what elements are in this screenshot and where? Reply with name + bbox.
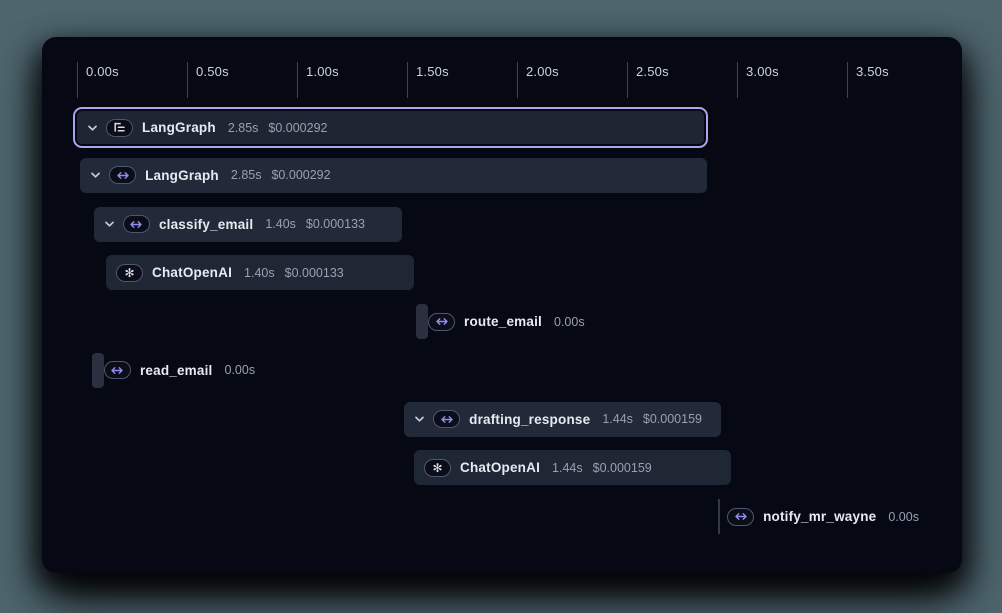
duration-bar xyxy=(718,499,720,534)
run-name: drafting_response xyxy=(469,412,590,427)
run-duration: 0.00s xyxy=(225,363,256,377)
axis-tick-line xyxy=(187,62,188,98)
axis-tick-line xyxy=(517,62,518,98)
trace-row-drafting_response[interactable]: drafting_response 1.44s $0.000159 xyxy=(404,402,721,437)
run-name: classify_email xyxy=(159,217,253,232)
run-duration: 1.44s xyxy=(552,461,583,475)
openai-glyph: ✻ xyxy=(433,462,443,474)
chevron-down-icon[interactable] xyxy=(90,171,101,179)
arrows-icon xyxy=(123,215,150,233)
axis-tick-label: 1.00s xyxy=(306,64,339,79)
axis-tick-line xyxy=(737,62,738,98)
run-name: ChatOpenAI xyxy=(460,460,540,475)
arrows-icon xyxy=(433,410,460,428)
axis-tick-label: 0.50s xyxy=(196,64,229,79)
axis-tick-label: 1.50s xyxy=(416,64,449,79)
arrows-icon xyxy=(109,166,136,184)
openai-icon: ✻ xyxy=(116,264,143,282)
run-cost: $0.000159 xyxy=(593,461,652,475)
selected-trace-row[interactable]: LangGraph 2.85s $0.000292 xyxy=(73,107,708,148)
arrows-glyph xyxy=(116,171,130,180)
trace-row-langgraph[interactable]: LangGraph 2.85s $0.000292 xyxy=(80,158,707,193)
trace-row-route_email[interactable]: route_email 0.00s xyxy=(428,304,595,339)
run-name: LangGraph xyxy=(142,120,216,135)
run-cost: $0.000159 xyxy=(643,412,702,426)
chevron-down-icon[interactable] xyxy=(87,124,98,132)
run-duration: 1.44s xyxy=(602,412,633,426)
openai-icon: ✻ xyxy=(424,459,451,477)
arrows-icon xyxy=(104,361,131,379)
tree-glyph xyxy=(113,122,126,133)
chevron-down-icon[interactable] xyxy=(414,415,425,423)
run-name: ChatOpenAI xyxy=(152,265,232,280)
axis-tick-label: 2.50s xyxy=(636,64,669,79)
arrows-glyph xyxy=(110,366,124,375)
run-cost: $0.000292 xyxy=(271,168,330,182)
arrows-glyph xyxy=(734,512,748,521)
run-duration: 2.85s xyxy=(231,168,262,182)
arrows-icon xyxy=(428,313,455,331)
run-duration: 1.40s xyxy=(265,217,296,231)
axis-tick-line xyxy=(847,62,848,98)
axis-tick-label: 2.00s xyxy=(526,64,559,79)
duration-bar xyxy=(92,353,104,388)
run-cost: $0.000292 xyxy=(268,121,327,135)
axis-tick-line xyxy=(297,62,298,98)
run-duration: 0.00s xyxy=(554,315,585,329)
axis-tick-line xyxy=(407,62,408,98)
run-duration: 0.00s xyxy=(888,510,919,524)
axis-tick-line xyxy=(77,62,78,98)
run-cost: $0.000133 xyxy=(306,217,365,231)
openai-glyph: ✻ xyxy=(125,267,135,279)
duration-bar xyxy=(416,304,428,339)
arrows-glyph xyxy=(435,317,449,326)
run-name: route_email xyxy=(464,314,542,329)
trace-row-notify_mr_wayne[interactable]: notify_mr_wayne 0.00s xyxy=(727,499,929,534)
trace-row-read_email[interactable]: read_email 0.00s xyxy=(104,353,265,388)
axis-tick-label: 0.00s xyxy=(86,64,119,79)
run-duration: 2.85s xyxy=(228,121,259,135)
axis-tick-label: 3.00s xyxy=(746,64,779,79)
arrows-glyph xyxy=(129,220,143,229)
run-name: LangGraph xyxy=(145,168,219,183)
run-duration: 1.40s xyxy=(244,266,275,280)
tree-icon xyxy=(106,119,133,137)
trace-row-classify_email[interactable]: classify_email 1.40s $0.000133 xyxy=(94,207,402,242)
trace-row-chatopenai[interactable]: ✻ ChatOpenAI 1.44s $0.000159 xyxy=(414,450,731,485)
axis-tick-label: 3.50s xyxy=(856,64,889,79)
trace-waterfall-panel: 0.00s 0.50s 1.00s 1.50s 2.00s 2.50s 3.00s 3.50s… xyxy=(42,37,962,573)
chevron-down-icon[interactable] xyxy=(104,220,115,228)
run-cost: $0.000133 xyxy=(285,266,344,280)
axis-tick-line xyxy=(627,62,628,98)
trace-row-chatopenai[interactable]: ✻ ChatOpenAI 1.40s $0.000133 xyxy=(106,255,414,290)
trace-row-langgraph[interactable]: LangGraph 2.85s $0.000292 xyxy=(77,111,704,144)
arrows-glyph xyxy=(440,415,454,424)
arrows-icon xyxy=(727,508,754,526)
run-name: notify_mr_wayne xyxy=(763,509,876,524)
run-name: read_email xyxy=(140,363,213,378)
